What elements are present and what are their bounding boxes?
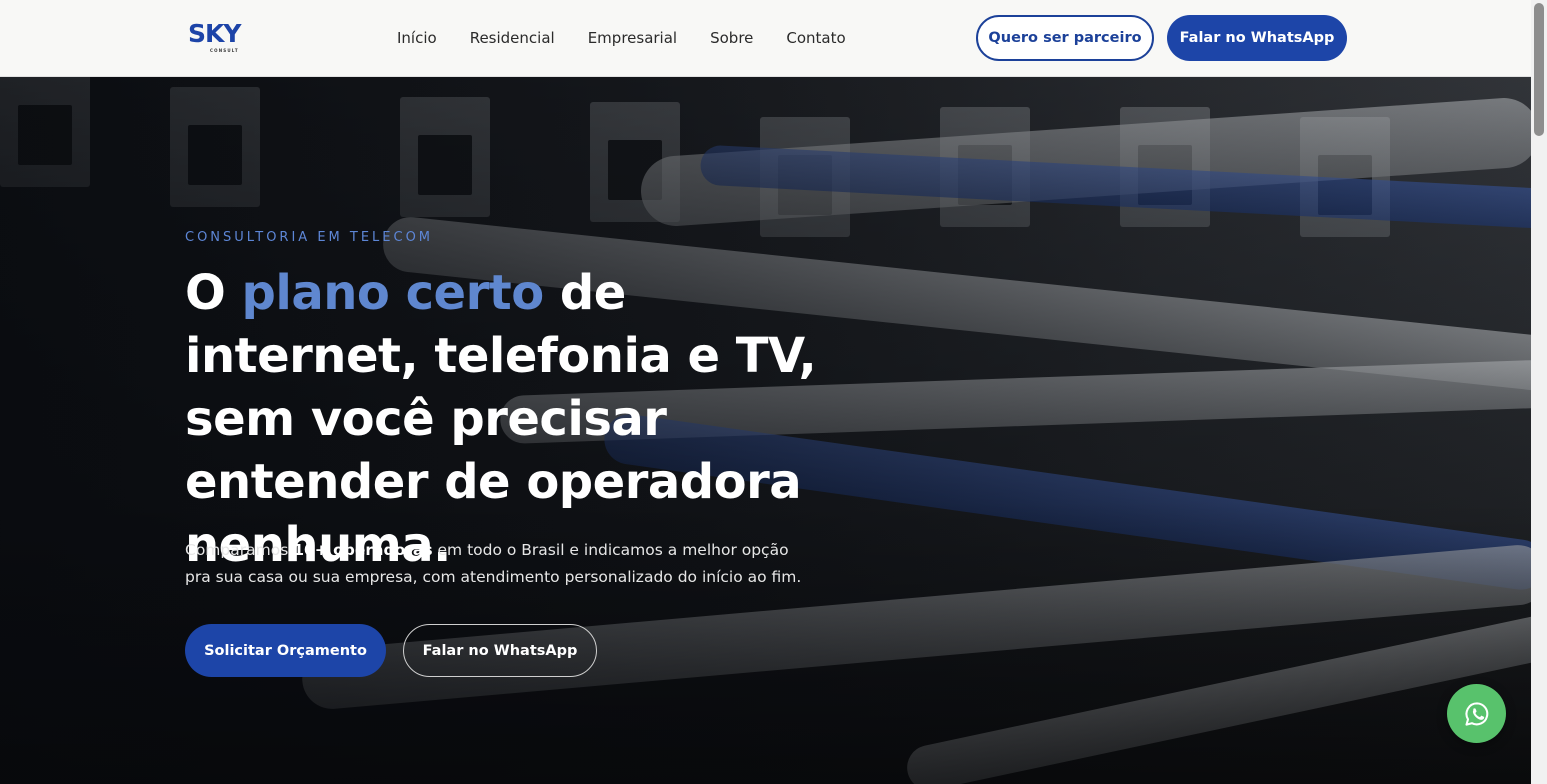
headline-accent: plano certo bbox=[241, 265, 545, 321]
logo-tagline: CONSULT bbox=[210, 48, 239, 53]
nav-item-inicio[interactable]: Início bbox=[397, 29, 437, 47]
hero-description: Comparamos 10+ operadoras em todo o Bras… bbox=[185, 537, 805, 591]
logo[interactable]: SKY CONSULT bbox=[188, 20, 254, 56]
page-scrollbar[interactable] bbox=[1531, 0, 1547, 784]
logo-brand: SKY bbox=[188, 19, 241, 48]
partner-button[interactable]: Quero ser parceiro bbox=[976, 15, 1154, 61]
request-quote-button[interactable]: Solicitar Orçamento bbox=[185, 624, 386, 677]
nav-item-empresarial[interactable]: Empresarial bbox=[588, 29, 677, 47]
hero-headline: O plano certo de internet, telefonia e T… bbox=[185, 262, 865, 577]
hero-section: CONSULTORIA EM TELECOM O plano certo de … bbox=[0, 77, 1531, 784]
description-highlight: 10+ operadoras bbox=[293, 541, 433, 559]
nav-item-residencial[interactable]: Residencial bbox=[470, 29, 555, 47]
scrollbar-thumb[interactable] bbox=[1534, 3, 1544, 136]
description-start: Comparamos bbox=[185, 541, 294, 559]
nav-item-contato[interactable]: Contato bbox=[786, 29, 845, 47]
main-nav: Início Residencial Empresarial Sobre Con… bbox=[397, 29, 879, 47]
header-whatsapp-button[interactable]: Falar no WhatsApp bbox=[1167, 15, 1347, 61]
floating-whatsapp-button[interactable] bbox=[1447, 684, 1506, 743]
headline-start: O bbox=[185, 265, 242, 321]
hero-whatsapp-button[interactable]: Falar no WhatsApp bbox=[403, 624, 597, 677]
site-header: SKY CONSULT Início Residencial Empresari… bbox=[0, 0, 1531, 77]
whatsapp-icon bbox=[1464, 701, 1488, 726]
hero-eyebrow: CONSULTORIA EM TELECOM bbox=[185, 230, 434, 245]
nav-item-sobre[interactable]: Sobre bbox=[710, 29, 753, 47]
